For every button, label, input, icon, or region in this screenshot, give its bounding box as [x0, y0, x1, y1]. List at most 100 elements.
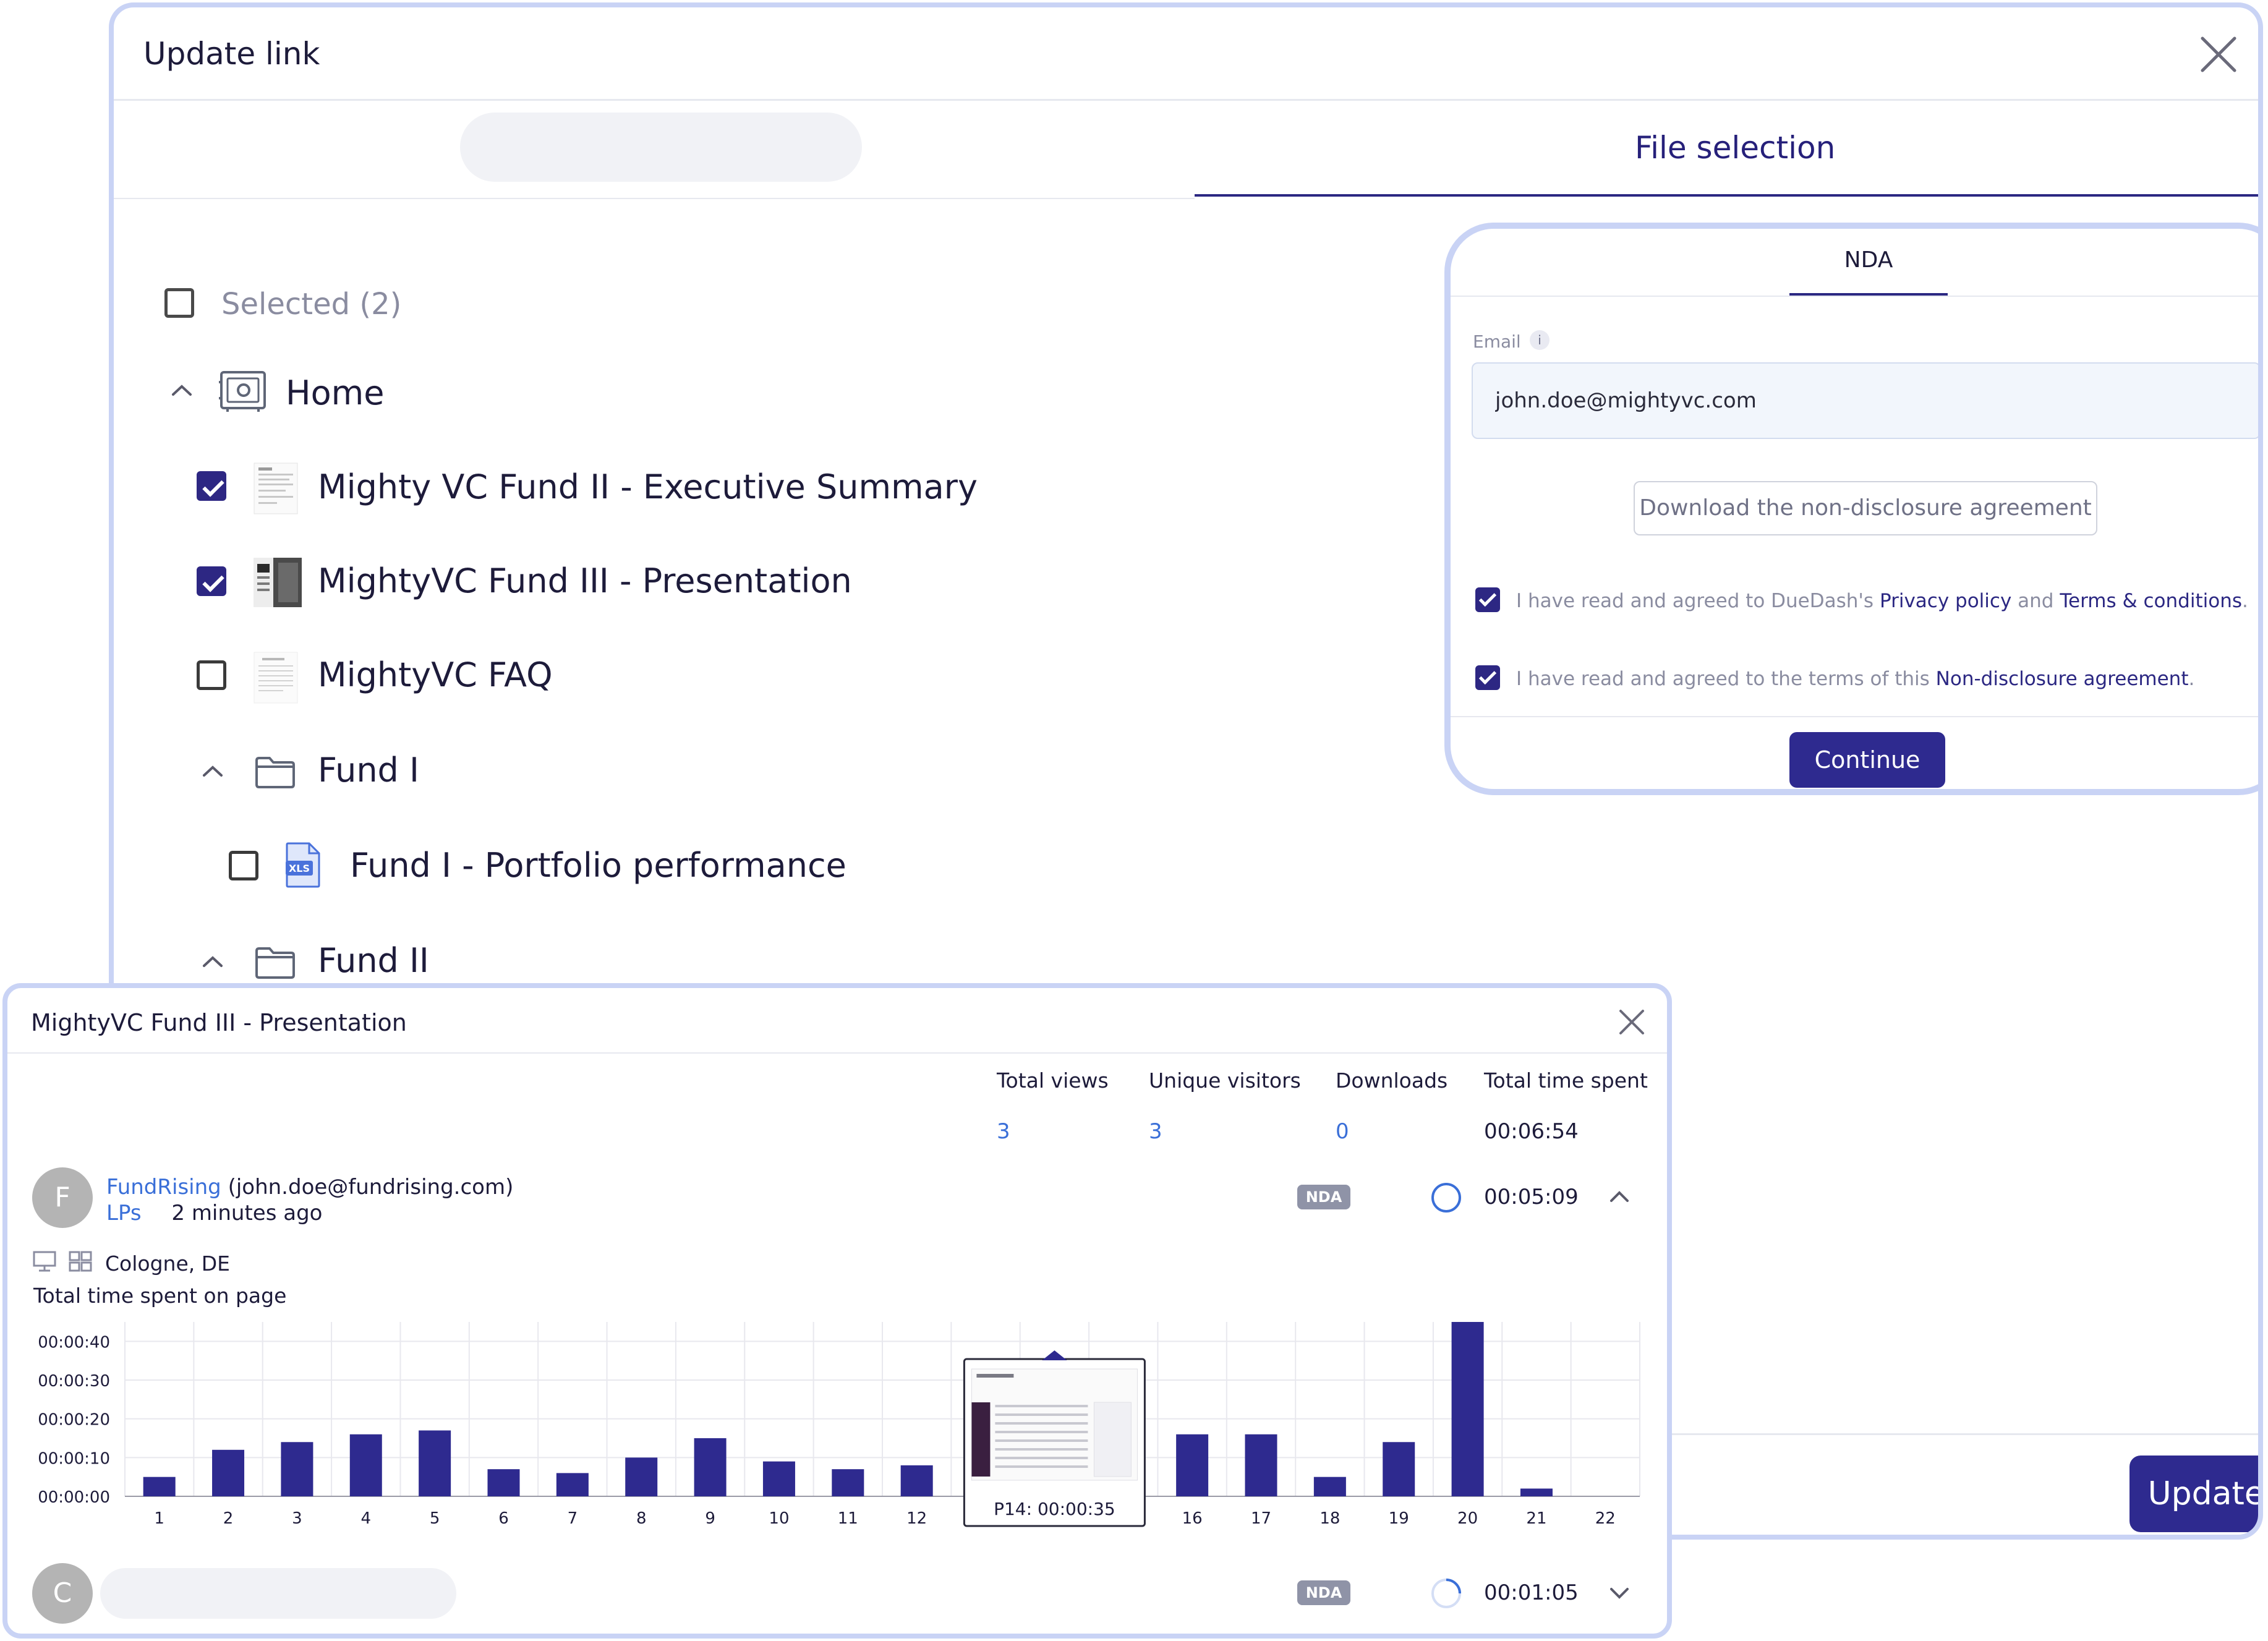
bar [349, 1434, 382, 1496]
y-tick-label: 00:00:20 [38, 1411, 110, 1430]
page-thumbnail-title [976, 1374, 1014, 1378]
chevron-up-icon[interactable] [202, 764, 224, 778]
bar [1383, 1442, 1415, 1496]
visitor-org-link[interactable]: FundRising [106, 1175, 221, 1200]
tooltip-label: P14: 00:00:35 [994, 1499, 1115, 1519]
agree-nda-checkbox[interactable] [1475, 665, 1500, 690]
x-tick-label: 6 [498, 1509, 509, 1528]
folder-home-label[interactable]: Home [286, 373, 384, 412]
agree-privacy-text: I have read and agreed to DueDash's Priv… [1516, 590, 2248, 612]
file-name[interactable]: MightyVC FAQ [318, 655, 553, 694]
downloads-value[interactable]: 0 [1336, 1119, 1349, 1144]
folder-icon [255, 946, 296, 979]
page-thumbnail-row [995, 1465, 1088, 1468]
visitor-name-placeholder [100, 1568, 456, 1619]
x-tick-label: 8 [636, 1509, 647, 1528]
chevron-up-icon[interactable] [1609, 1190, 1630, 1203]
bar [1520, 1488, 1553, 1496]
total-views-value[interactable]: 3 [997, 1119, 1010, 1144]
visitor-time-spent: 00:05:09 [1484, 1185, 1579, 1209]
page-thumbnail-row [995, 1422, 1088, 1425]
visitor-meta: LPs 2 minutes ago [106, 1201, 322, 1225]
file-name[interactable]: MightyVC Fund III - Presentation [318, 561, 852, 600]
privacy-policy-link[interactable]: Privacy policy [1880, 590, 2011, 612]
y-tick-label: 00:00:40 [38, 1333, 110, 1352]
chevron-up-icon[interactable] [202, 955, 224, 968]
x-tick-label: 7 [568, 1509, 578, 1528]
continue-button[interactable]: Continue [1789, 732, 1945, 788]
x-tick-label: 21 [1526, 1509, 1546, 1528]
tab-nda[interactable]: NDA [1789, 247, 1948, 273]
update-link-button[interactable]: Update link [2129, 1456, 2258, 1532]
bar [762, 1461, 795, 1496]
nda-card: NDA Email i Download the non-disclosure … [1444, 223, 2258, 795]
presentation-thumbnail-icon [254, 558, 302, 607]
bar [487, 1469, 520, 1496]
x-tick-label: 1 [154, 1509, 164, 1528]
x-tick-label: 3 [292, 1509, 302, 1528]
email-field[interactable] [1472, 362, 2258, 439]
page-thumbnail-row [995, 1431, 1088, 1433]
tab-file-selection[interactable]: File selection [1635, 130, 2258, 166]
total-time-value: 00:06:54 [1484, 1119, 1579, 1144]
nda-link[interactable]: Non-disclosure agreement [1936, 668, 2189, 690]
x-tick-label: 4 [360, 1509, 371, 1528]
x-tick-label: 5 [430, 1509, 440, 1528]
info-icon[interactable]: i [1530, 330, 1550, 350]
page-thumbnail-row [995, 1448, 1088, 1451]
x-tick-label: 2 [223, 1509, 234, 1528]
nda-badge: NDA [1297, 1580, 1350, 1605]
analytics-title: MightyVC Fund III - Presentation [31, 1009, 407, 1036]
bar [694, 1438, 727, 1496]
terms-link[interactable]: Terms & conditions [2060, 590, 2242, 612]
folder-fund-i-label[interactable]: Fund I [318, 751, 419, 790]
desktop-icon [32, 1250, 57, 1272]
x-tick-label: 17 [1251, 1509, 1271, 1528]
x-tick-label: 12 [906, 1509, 927, 1528]
footer-divider [1672, 1433, 2258, 1435]
folder-fund-ii-label[interactable]: Fund II [318, 941, 429, 980]
x-tick-label: 18 [1319, 1509, 1340, 1528]
bar [900, 1465, 933, 1496]
tab-placeholder[interactable] [460, 113, 862, 182]
unique-visitors-value[interactable]: 3 [1149, 1119, 1162, 1144]
page-thumbnail-row [995, 1439, 1088, 1442]
page-thumbnail-sidebar [971, 1402, 991, 1477]
document-thumbnail-icon [254, 652, 298, 704]
tooltip-arrow [1042, 1350, 1067, 1360]
close-icon[interactable] [2199, 35, 2238, 74]
modal-title: Update link [143, 36, 320, 72]
progress-ring-icon [1430, 1181, 1463, 1214]
close-icon[interactable] [1618, 1008, 1646, 1036]
stat-header: Downloads [1336, 1068, 1448, 1093]
folder-icon [255, 756, 296, 789]
y-tick-label: 00:00:10 [38, 1449, 110, 1468]
time-per-page-chart: 00:00:00 00:00:10 00:00:20 00:00:30 00:00:40… [7, 1316, 1667, 1563]
svg-text:XLS: XLS [289, 863, 310, 874]
chevron-up-icon[interactable] [171, 383, 193, 397]
nda-header-divider [1451, 296, 2258, 297]
file-checkbox-presentation[interactable] [197, 566, 226, 596]
x-tick-label: 20 [1457, 1509, 1478, 1528]
document-analytics-modal: MightyVC Fund III - Presentation Total v… [2, 983, 1672, 1639]
bar [1245, 1434, 1277, 1496]
vault-icon [219, 370, 267, 413]
stat-header: Total views [997, 1068, 1109, 1093]
visitor-email: (john.doe@fundrising.com) [228, 1175, 514, 1200]
agree-privacy-checkbox[interactable] [1475, 587, 1500, 612]
file-checkbox-portfolio[interactable] [229, 851, 258, 880]
download-nda-button[interactable]: Download the non-disclosure agreement [1634, 481, 2097, 535]
bar [419, 1430, 451, 1496]
file-checkbox-exec-summary[interactable] [197, 471, 226, 501]
stat-header: Total time spent [1484, 1068, 1648, 1093]
select-all-checkbox[interactable] [164, 288, 194, 318]
x-tick-label: 16 [1182, 1509, 1203, 1528]
document-thumbnail-icon [254, 462, 298, 514]
header-divider [114, 99, 2258, 101]
visitor-name: FundRising (john.doe@fundrising.com) [106, 1175, 513, 1200]
file-name[interactable]: Fund I - Portfolio performance [350, 846, 846, 885]
file-name[interactable]: Mighty VC Fund II - Executive Summary [318, 467, 978, 506]
file-checkbox-faq[interactable] [197, 660, 226, 690]
chevron-down-icon[interactable] [1609, 1587, 1630, 1600]
visitor-group[interactable]: LPs [106, 1201, 142, 1225]
